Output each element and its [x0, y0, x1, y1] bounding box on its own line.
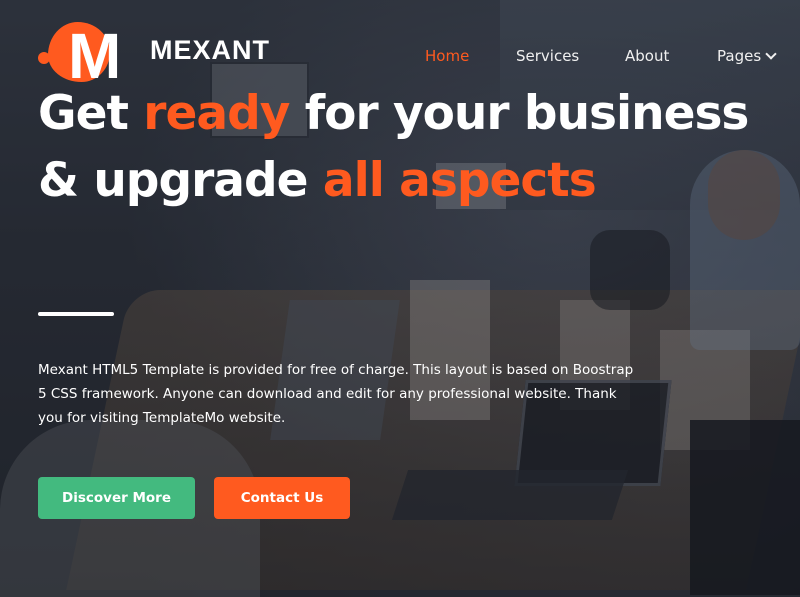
- nav-item-about[interactable]: About: [625, 47, 669, 65]
- headline-highlight: ready: [143, 86, 290, 141]
- nav-item-services[interactable]: Services: [516, 47, 579, 65]
- nav-item-pages[interactable]: Pages: [717, 47, 777, 65]
- contact-us-button[interactable]: Contact Us: [214, 477, 350, 519]
- nav-item-home[interactable]: Home: [425, 47, 469, 65]
- chevron-down-icon: [765, 48, 777, 60]
- divider-line: [38, 312, 114, 316]
- discover-more-button[interactable]: Discover More: [38, 477, 195, 519]
- headline-part: & upgrade: [38, 153, 323, 208]
- headline-highlight: all aspects: [322, 153, 597, 208]
- headline-part: Get: [38, 86, 144, 141]
- hero-headline: Get ready for your business & upgrade all…: [38, 80, 778, 214]
- headline-part: for your business: [289, 86, 750, 141]
- hero-description: Mexant HTML5 Template is provided for fr…: [38, 362, 634, 426]
- main-nav: Home Services About Pages: [0, 47, 800, 67]
- nav-item-pages-label: Pages: [717, 47, 762, 65]
